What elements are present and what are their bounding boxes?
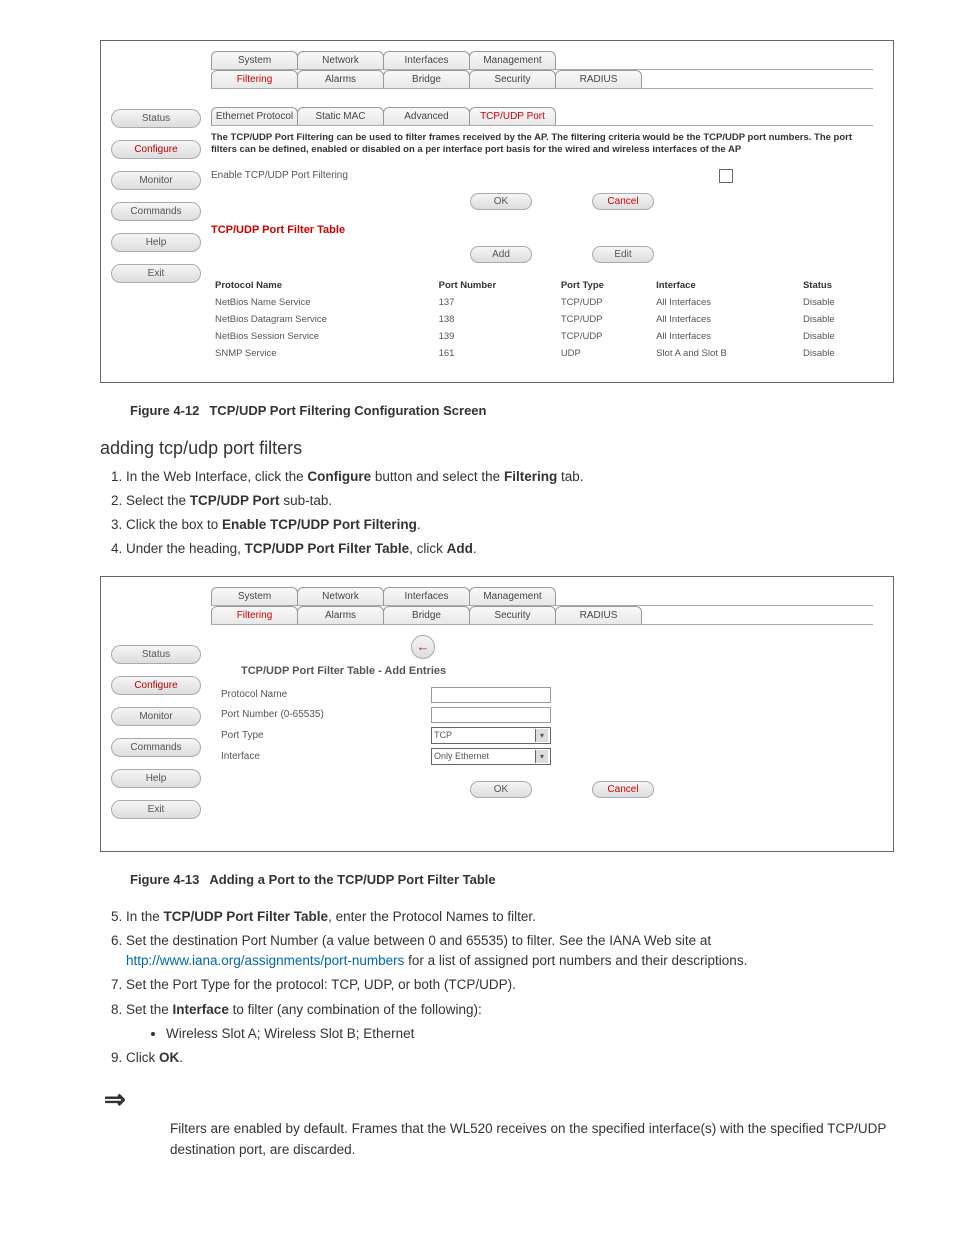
label-port-type: Port Type [221, 730, 401, 741]
step-5: In the TCP/UDP Port Filter Table, enter … [126, 907, 894, 927]
step-1: In the Web Interface, click the Configur… [126, 467, 894, 487]
steps-list-a: In the Web Interface, click the Configur… [100, 467, 894, 560]
th-interface: Interface [652, 277, 799, 294]
subtab-radius[interactable]: RADIUS [555, 70, 642, 88]
side-commands[interactable]: Commands [111, 738, 201, 757]
side-status[interactable]: Status [111, 645, 201, 664]
subtab-security[interactable]: Security [469, 606, 556, 624]
side-commands[interactable]: Commands [111, 202, 201, 221]
innertab-tcpudp[interactable]: TCP/UDP Port [469, 107, 556, 125]
step-4: Under the heading, TCP/UDP Port Filter T… [126, 539, 894, 559]
step-3: Click the box to Enable TCP/UDP Port Fil… [126, 515, 894, 535]
step-9: Click OK. [126, 1048, 894, 1068]
subtab-bridge[interactable]: Bridge [383, 606, 470, 624]
table-row: SNMP Service161UDPSlot A and Slot BDisab… [211, 345, 873, 362]
th-portnum: Port Number [435, 277, 557, 294]
table-row: NetBios Session Service139TCP/UDPAll Int… [211, 328, 873, 345]
iana-link[interactable]: http://www.iana.org/assignments/port-num… [126, 953, 404, 968]
sub-tabs: Filtering Alarms Bridge Security RADIUS [211, 70, 893, 88]
cancel-button[interactable]: Cancel [592, 781, 654, 798]
form-title: TCP/UDP Port Filter Table - Add Entries [241, 665, 873, 677]
subtab-radius[interactable]: RADIUS [555, 606, 642, 624]
table-row: NetBios Name Service137TCP/UDPAll Interf… [211, 294, 873, 311]
select-interface[interactable]: Only Ethernet▾ [431, 748, 551, 765]
chevron-down-icon: ▾ [535, 750, 548, 763]
subtab-alarms[interactable]: Alarms [297, 70, 384, 88]
side-monitor[interactable]: Monitor [111, 171, 201, 190]
filtering-description: The TCP/UDP Port Filtering can be used t… [211, 132, 873, 157]
side-exit[interactable]: Exit [111, 264, 201, 283]
input-port-number[interactable] [431, 707, 551, 723]
tab-interfaces[interactable]: Interfaces [383, 51, 470, 69]
ok-button[interactable]: OK [470, 193, 532, 210]
section-title: adding tcp/udp port filters [100, 438, 894, 459]
enable-filtering-label: Enable TCP/UDP Port Filtering [211, 170, 348, 181]
tab-management[interactable]: Management [469, 51, 556, 69]
cancel-button[interactable]: Cancel [592, 193, 654, 210]
th-protocol: Protocol Name [211, 277, 435, 294]
side-status[interactable]: Status [111, 109, 201, 128]
port-filter-table: Protocol Name Port Number Port Type Inte… [211, 277, 873, 362]
subtab-filtering[interactable]: Filtering [211, 70, 298, 88]
back-icon[interactable]: ← [411, 635, 435, 659]
figure-4-13-screenshot: System Network Interfaces Management Fil… [100, 576, 894, 852]
step-2: Select the TCP/UDP Port sub-tab. [126, 491, 894, 511]
tab-management[interactable]: Management [469, 587, 556, 605]
side-help[interactable]: Help [111, 233, 201, 252]
side-monitor[interactable]: Monitor [111, 707, 201, 726]
top-tabs: System Network Interfaces Management [211, 51, 893, 69]
th-status: Status [799, 277, 873, 294]
th-porttype: Port Type [557, 277, 652, 294]
ok-button[interactable]: OK [470, 781, 532, 798]
note-arrow-icon: ⇒ [104, 1084, 894, 1115]
input-protocol-name[interactable] [431, 687, 551, 703]
subtab-security[interactable]: Security [469, 70, 556, 88]
side-help[interactable]: Help [111, 769, 201, 788]
subtab-bridge[interactable]: Bridge [383, 70, 470, 88]
note-text: Filters are enabled by default. Frames t… [170, 1119, 894, 1160]
subtab-filtering[interactable]: Filtering [211, 606, 298, 624]
tab-interfaces[interactable]: Interfaces [383, 587, 470, 605]
step-6: Set the destination Port Number (a value… [126, 931, 894, 972]
figure-caption-2: Figure 4-13Adding a Port to the TCP/UDP … [130, 872, 894, 887]
innertab-staticmac[interactable]: Static MAC [297, 107, 384, 125]
bullet-interfaces: Wireless Slot A; Wireless Slot B; Ethern… [166, 1024, 894, 1044]
subtab-alarms[interactable]: Alarms [297, 606, 384, 624]
chevron-down-icon: ▾ [535, 729, 548, 742]
add-button[interactable]: Add [470, 246, 532, 263]
side-exit[interactable]: Exit [111, 800, 201, 819]
innertab-advanced[interactable]: Advanced [383, 107, 470, 125]
label-interface: Interface [221, 751, 401, 762]
label-protocol-name: Protocol Name [221, 689, 401, 700]
enable-filtering-checkbox[interactable] [719, 169, 733, 183]
figure-4-12-screenshot: System Network Interfaces Management Fil… [100, 40, 894, 383]
tab-system[interactable]: System [211, 51, 298, 69]
step-8: Set the Interface to filter (any combina… [126, 1000, 894, 1045]
figure-caption-1: Figure 4-12TCP/UDP Port Filtering Config… [130, 403, 894, 418]
step-7: Set the Port Type for the protocol: TCP,… [126, 975, 894, 995]
label-port-number: Port Number (0-65535) [221, 709, 401, 720]
filter-table-title: TCP/UDP Port Filter Table [211, 224, 873, 236]
tab-network[interactable]: Network [297, 51, 384, 69]
sidebar: Status Configure Monitor Commands Help E… [111, 99, 201, 362]
innertab-ethernet[interactable]: Ethernet Protocol [211, 107, 298, 125]
steps-list-b: In the TCP/UDP Port Filter Table, enter … [100, 907, 894, 1069]
tab-system[interactable]: System [211, 587, 298, 605]
edit-button[interactable]: Edit [592, 246, 654, 263]
table-row: NetBios Datagram Service138TCP/UDPAll In… [211, 311, 873, 328]
select-port-type[interactable]: TCP▾ [431, 727, 551, 744]
tab-network[interactable]: Network [297, 587, 384, 605]
side-configure[interactable]: Configure [111, 140, 201, 159]
side-configure[interactable]: Configure [111, 676, 201, 695]
